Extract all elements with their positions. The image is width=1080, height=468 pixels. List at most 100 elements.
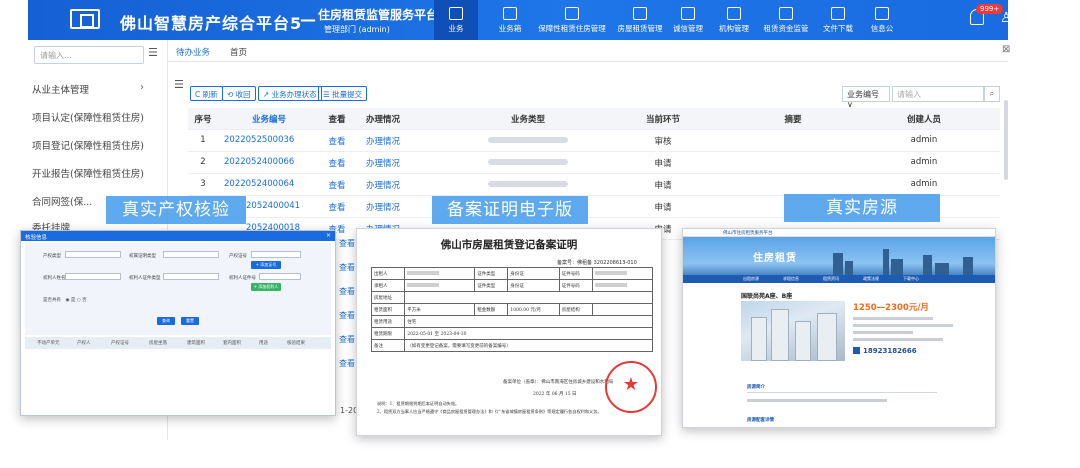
table-row[interactable]: 1 2022052500036 查看 办理情况 审核 admin [188, 130, 1000, 152]
sidebar-toggle-icon[interactable]: ☰ [148, 46, 158, 59]
contact-phone: 18923182666 [853, 347, 917, 355]
skyline-building [935, 263, 949, 275]
row-view-link[interactable]: 查看 [339, 358, 355, 369]
row-view-link[interactable]: 查看 [339, 262, 355, 273]
row-view-link[interactable]: 查看 [339, 310, 355, 321]
nav-scroll-right-icon[interactable]: › [1022, 12, 1026, 25]
skyline-building [883, 249, 889, 275]
form-field [65, 273, 121, 280]
row-process-link[interactable]: 办理情况 [358, 201, 408, 213]
row-view-link[interactable]: 查看 [322, 201, 352, 213]
nav-item-business[interactable]: 业务 [434, 0, 478, 40]
row-type-blurred [428, 157, 628, 167]
cert-cell: 备注 [370, 339, 406, 352]
building-shape [751, 317, 767, 361]
row-view-link[interactable]: 查看 [339, 238, 355, 249]
nav-item-agency[interactable]: 机构管理 [714, 0, 754, 40]
nav-item-credit[interactable]: 诚信管理 [668, 0, 708, 40]
cert-cell: 房屋结构 [558, 303, 594, 316]
cert-cell: 住宅 [404, 315, 653, 328]
row-view-link[interactable]: 查看 [322, 179, 352, 191]
table-scrollbar[interactable] [1004, 100, 1008, 180]
close-tabs-icon[interactable]: ⊠ [1002, 44, 1010, 55]
col-header-code: 业务编号 [251, 115, 286, 125]
table-row[interactable]: 3 2022052400064 查看 办理情况 申请 admin [188, 174, 1000, 196]
cert-row: 租赁面积 平方米 租金数额 1000.00 元/月 房屋结构 [370, 303, 653, 316]
site-name: 佛山市住房租赁服务平台 [723, 231, 773, 236]
sidebar-item-opening-report[interactable]: 开业报告(保障性租赁住房) [32, 166, 144, 180]
row-view-link[interactable]: 查看 [339, 286, 355, 297]
title-separator: — [300, 10, 316, 29]
sub-title: 住房租赁监管服务平台 [318, 8, 439, 22]
row-view-link[interactable]: 查看 [322, 135, 352, 147]
sidebar-search-input[interactable]: 请输入... [34, 46, 144, 64]
row-code-link[interactable]: 2022052400064 [224, 179, 314, 189]
search-icon[interactable]: ⌕ [984, 86, 1000, 102]
col-header-no: 序号 [194, 115, 212, 125]
batch-submit-button[interactable]: ☰ 批量提交 [318, 86, 368, 101]
skyline-building [833, 253, 843, 275]
search-field-select[interactable]: 业务编号 ∨ [842, 86, 890, 109]
cert-cell-redacted [404, 279, 476, 292]
row-code-link[interactable]: 2022052500036 [224, 135, 314, 145]
sidebar-item-project-registration[interactable]: 项目登记(保障性租赁住房) [32, 138, 144, 152]
briefcase-icon [449, 7, 463, 20]
cert-cell: 1000.00 元/月 [507, 303, 560, 316]
cert-row: 房屋地址 [370, 291, 653, 304]
row-process-link[interactable]: 办理情况 [358, 179, 408, 191]
reset-button: 重置 [181, 317, 199, 325]
form-field [251, 251, 301, 258]
cert-cell: 平方米 [404, 303, 476, 316]
cert-cell: 承租人 [370, 279, 406, 292]
money-bag-icon [779, 7, 793, 20]
user-icon[interactable]: ♙ [1000, 10, 1013, 26]
cert-cell: 身份证 [507, 279, 560, 292]
cert-cell: 租赁期限 [370, 327, 406, 340]
withdraw-button[interactable]: ⟲ 收回 [222, 86, 256, 101]
card1-title: 核验信息 [21, 231, 335, 241]
listing-intro-heading: 房源简介 [747, 385, 765, 390]
nav-item-affordable-housing[interactable]: 保障性租赁住房管理 [534, 0, 610, 40]
sidebar-item-subject-management[interactable]: 从业主体管理 [32, 82, 89, 96]
skyline-building [891, 259, 903, 275]
add-owner-button: + 添加权利人 [251, 283, 281, 291]
site-banner: 住房租赁 [683, 237, 995, 275]
status-button[interactable]: ↗ 业务办理状态 [258, 86, 322, 101]
row-process-link[interactable]: 办理情况 [358, 135, 408, 147]
row-view-link[interactable]: 查看 [339, 334, 355, 345]
col-header: 不动产单元 [37, 341, 60, 346]
file-icon [831, 7, 845, 20]
refresh-button[interactable]: C 刷新 [190, 86, 223, 101]
form-label: 权利人姓名 [43, 276, 66, 281]
skyline-building [845, 261, 853, 275]
cert-cell: 证件类型 [474, 279, 509, 292]
nav-item-rental-management[interactable]: 房屋租赁管理 [614, 0, 666, 40]
nav-item-fund-supervision[interactable]: 租赁资金监管 [758, 0, 814, 40]
row-type-blurred [428, 179, 628, 189]
tab-bar: 待办业务 首页 [168, 40, 1008, 62]
cert-cell: 证件号码 [558, 279, 594, 292]
row-process-link[interactable]: 办理情况 [358, 157, 408, 169]
col-header-view: 查看 [328, 115, 346, 125]
certificate-date: 2022 年 06 月 15 日 [533, 392, 577, 397]
tab-home[interactable]: 首页 [230, 46, 247, 58]
tab-todo-business[interactable]: 待办业务 [176, 46, 210, 58]
menu-icon[interactable]: ☰ [174, 78, 184, 91]
site-nav: 出租房源 求租信息 租赁资讯 政策法规 下载中心 [683, 275, 995, 283]
nav-item-business-box[interactable]: 业务箱 [488, 0, 532, 40]
cert-cell: 租金数额 [474, 303, 509, 316]
sidebar-item-contract-signing[interactable]: 合同网签(保... [32, 194, 92, 208]
listing-title: 国联尚苑A座、B座 [741, 293, 793, 300]
building-shape [817, 313, 837, 361]
form-field [163, 251, 219, 258]
table-row[interactable]: 2 2022052400066 查看 办理情况 申请 admin [188, 152, 1000, 174]
sidebar-item-project-recognition[interactable]: 项目认定(保障性租赁住房) [32, 110, 144, 124]
nav-item-file-download[interactable]: 文件下载 [818, 0, 858, 40]
row-view-link[interactable]: 查看 [322, 157, 352, 169]
search-input[interactable]: 请输入 [892, 86, 984, 102]
nav-item-info[interactable]: 信息公 [864, 0, 900, 40]
row-code-link[interactable]: 2022052400066 [224, 157, 314, 167]
col-header: 产权人 [77, 341, 91, 346]
row-no: 3 [200, 179, 206, 189]
form-field [163, 273, 219, 280]
